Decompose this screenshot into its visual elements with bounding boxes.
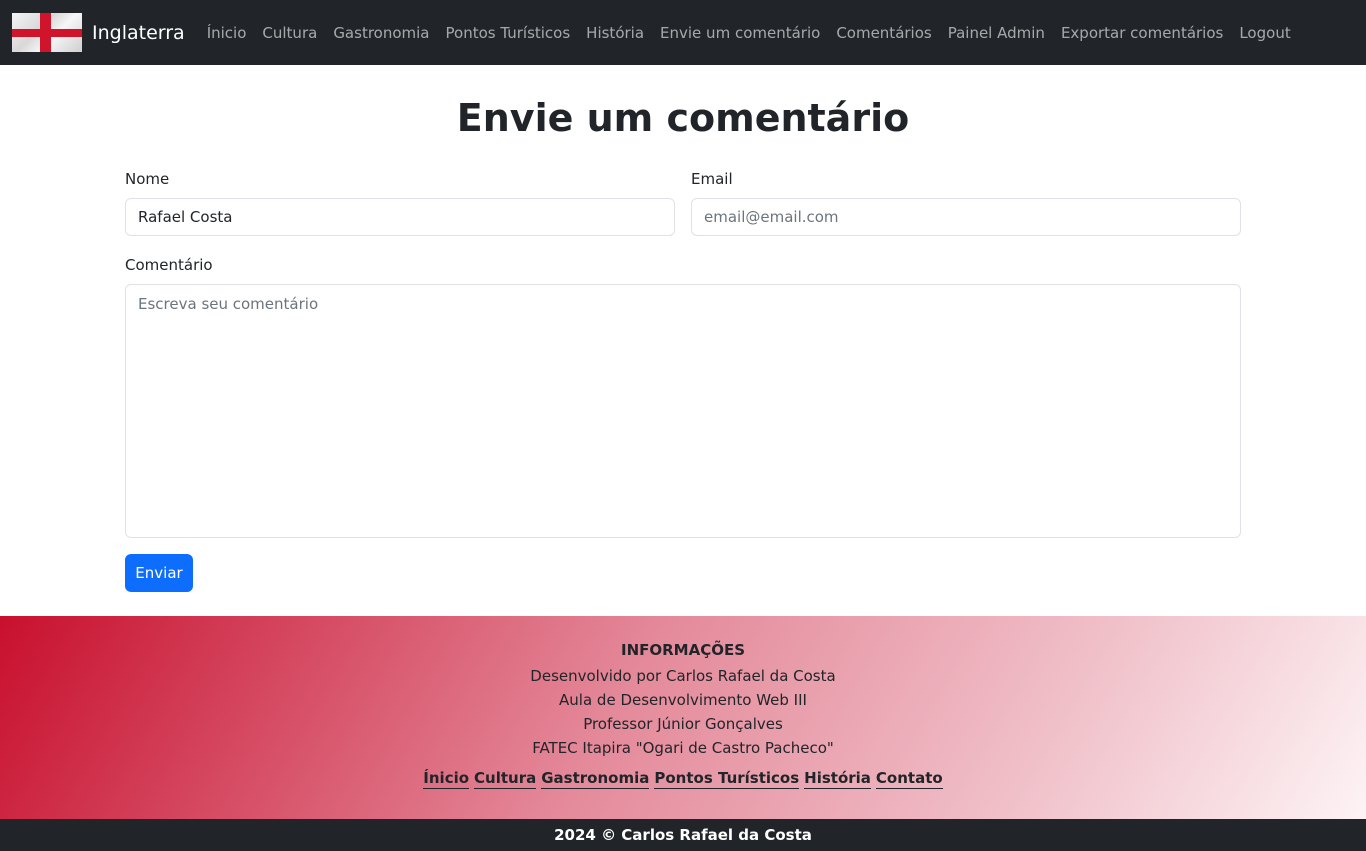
footer-link-historia[interactable]: História <box>804 768 871 789</box>
footer-info-line: Professor Júnior Gonçalves <box>583 715 783 733</box>
nav-link-exportar-comentarios[interactable]: Exportar comentários <box>1061 24 1223 42</box>
footer-info-title: INFORMAÇÕES <box>620 641 746 659</box>
footer-link-gastronomia[interactable]: Gastronomia <box>541 768 650 789</box>
footer-info-lines: Desenvolvido por Carlos Rafael da Costa … <box>0 664 1366 760</box>
name-label: Nome <box>125 170 170 188</box>
comment-textarea[interactable] <box>125 284 1241 538</box>
footer-info-line: Aula de Desenvolvimento Web III <box>559 691 807 709</box>
footer-links: Ínicio Cultura Gastronomia Pontos Turíst… <box>0 768 1366 789</box>
brand[interactable]: Inglaterra <box>12 13 207 52</box>
email-label: Email <box>691 170 733 188</box>
submit-button[interactable]: Enviar <box>125 554 193 592</box>
footer-info-line: FATEC Itapira "Ogari de Castro Pacheco" <box>532 739 834 757</box>
footer-link-pontos-turisticos[interactable]: Pontos Turísticos <box>654 768 800 789</box>
nav-link-historia[interactable]: História <box>586 24 644 42</box>
brand-name[interactable]: Inglaterra <box>92 22 185 44</box>
england-flag-icon <box>12 13 82 52</box>
nav-link-painel-admin[interactable]: Painel Admin <box>948 24 1045 42</box>
footer-link-inicio[interactable]: Ínicio <box>423 768 470 789</box>
page-title: Envie um comentário <box>456 96 910 140</box>
nav-link-gastronomia[interactable]: Gastronomia <box>333 24 429 42</box>
nav-link-cultura[interactable]: Cultura <box>262 24 317 42</box>
footer-link-cultura[interactable]: Cultura <box>474 768 537 789</box>
navbar: Inglaterra Ínicio Cultura Gastronomia Po… <box>0 0 1366 65</box>
footer-link-contato[interactable]: Contato <box>875 768 943 789</box>
nav-link-comentarios[interactable]: Comentários <box>836 24 931 42</box>
nav-link-inicio[interactable]: Ínicio <box>207 24 247 42</box>
email-input[interactable] <box>691 198 1241 236</box>
nav-link-logout[interactable]: Logout <box>1239 24 1290 42</box>
name-input[interactable] <box>125 198 675 236</box>
footer-info-line: Desenvolvido por Carlos Rafael da Costa <box>530 667 836 685</box>
nav-link-envie-comentario[interactable]: Envie um comentário <box>660 24 820 42</box>
nav-link-pontos-turisticos[interactable]: Pontos Turísticos <box>446 24 571 42</box>
copyright: 2024 © Carlos Rafael da Costa <box>0 819 1366 851</box>
comment-label: Comentário <box>125 256 213 274</box>
footer-info: INFORMAÇÕES Desenvolvido por Carlos Rafa… <box>0 616 1366 819</box>
nav-links: Ínicio Cultura Gastronomia Pontos Turíst… <box>207 24 1307 42</box>
